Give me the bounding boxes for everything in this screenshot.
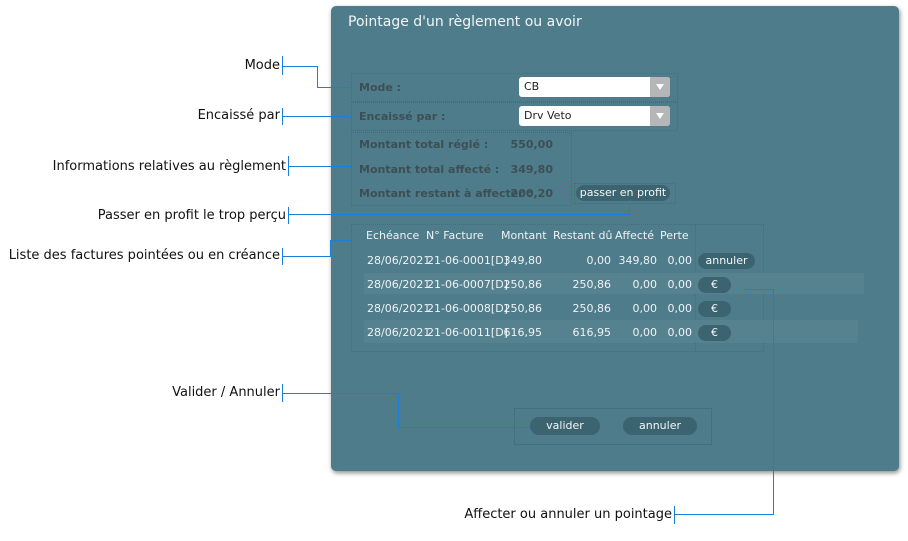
callout-lines bbox=[282, 56, 774, 524]
